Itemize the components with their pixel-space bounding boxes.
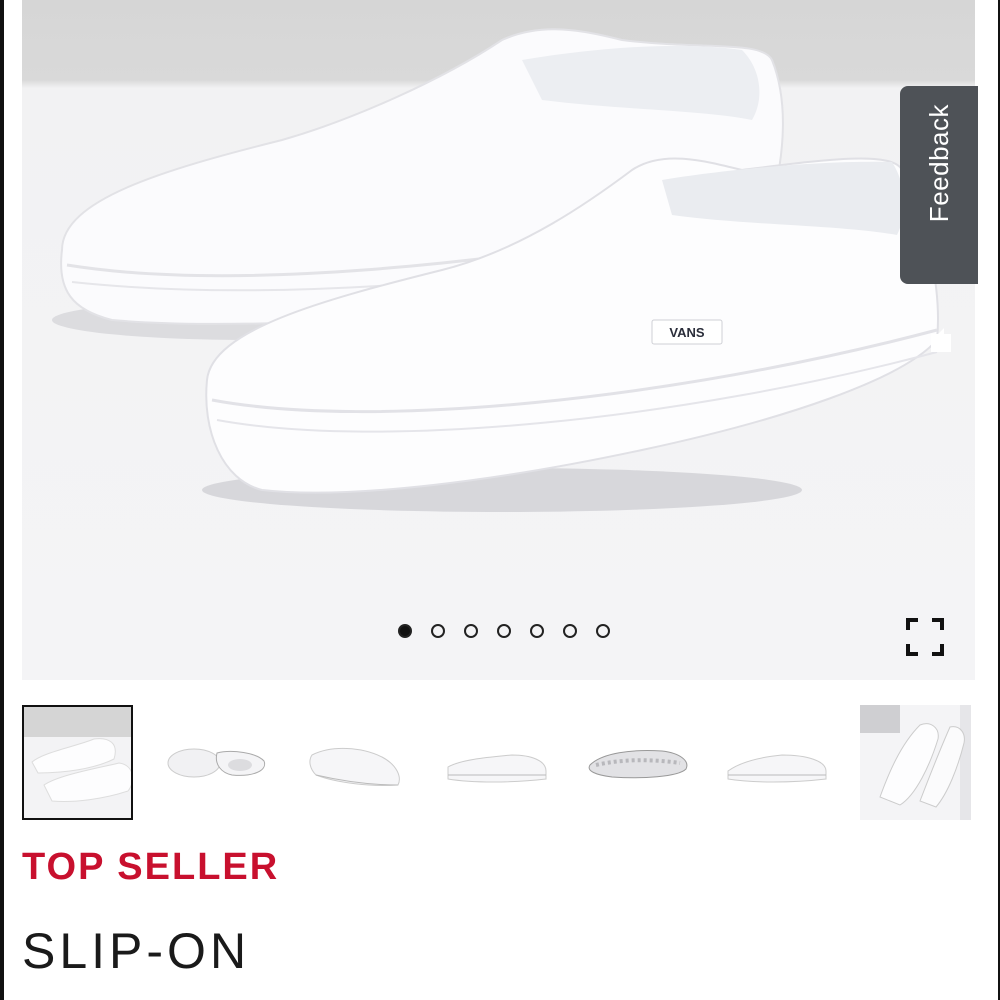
carousel-dot[interactable]: [596, 624, 610, 638]
fullscreen-icon[interactable]: [906, 618, 944, 656]
left-edge-divider: [0, 0, 4, 1000]
comment-icon: [928, 326, 954, 359]
feedback-label: Feedback: [924, 104, 954, 223]
product-page: VANS Feedback TOP SELLER SLIP-ON: [0, 0, 1000, 1000]
top-seller-badge: TOP SELLER: [22, 846, 280, 888]
thumbnail-item[interactable]: [302, 705, 413, 820]
feedback-tab[interactable]: Feedback: [900, 86, 978, 352]
thumbnail-item[interactable]: [22, 705, 133, 820]
hero-image[interactable]: VANS: [22, 0, 975, 680]
carousel-dot[interactable]: [563, 624, 577, 638]
thumbnail-strip: [22, 705, 977, 820]
thumbnail-item[interactable]: [582, 705, 693, 820]
carousel-dot[interactable]: [431, 624, 445, 638]
shoe-illustration: VANS: [52, 28, 939, 512]
carousel-indicators: [398, 624, 610, 638]
thumbnail-item[interactable]: [722, 705, 833, 820]
carousel-dot[interactable]: [398, 624, 412, 638]
thumbnail-item[interactable]: [442, 705, 553, 820]
carousel-dot[interactable]: [464, 624, 478, 638]
carousel-dot[interactable]: [530, 624, 544, 638]
thumbnail-item[interactable]: [860, 705, 971, 820]
carousel-dot[interactable]: [497, 624, 511, 638]
vans-logo: VANS: [669, 325, 704, 340]
thumbnail-item[interactable]: [162, 705, 273, 820]
product-title: SLIP-ON: [22, 923, 251, 979]
